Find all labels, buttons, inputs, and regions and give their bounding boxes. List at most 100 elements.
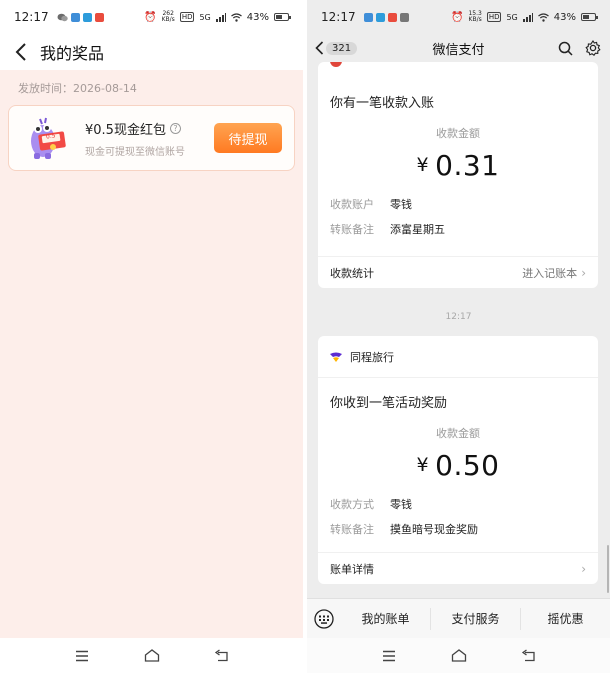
menu-lines-icon (75, 650, 88, 661)
message-heading: 你收到一笔活动奖励 (330, 396, 448, 411)
currency-symbol: ¥ (416, 454, 430, 476)
unread-count-badge: 321 (326, 41, 358, 55)
back-button[interactable]: 321 (315, 41, 358, 55)
message-timestamp: 12:17 (445, 312, 472, 322)
app-notification-icon (94, 12, 104, 22)
payment-message-card[interactable]: 你有一笔收款入账 收款金额 ¥0.31 收款账户 零钱 转账备注 添富星期五 收款统… (318, 62, 598, 288)
back-button[interactable] (10, 41, 32, 63)
tongcheng-logo-icon (330, 352, 342, 362)
mascot-amount-label: 0.5 (45, 132, 56, 141)
detail-row: 转账备注 添富星期五 (318, 221, 598, 237)
amount-number: 0.31 (435, 149, 500, 182)
home-button[interactable] (142, 646, 162, 666)
net-speed: 15.3 KB/s (468, 11, 481, 23)
alarm-icon: ⏰ (451, 11, 464, 23)
link-label: 账单详情 (330, 562, 374, 576)
menu-lines-icon (382, 650, 395, 661)
wifi-icon (537, 12, 549, 22)
app-notification-icon (375, 12, 385, 22)
sender-logo-icon (330, 62, 342, 67)
detail-value: 零钱 (390, 198, 412, 211)
status-bar: 12:17 ⏰ 15.3 KB/s HD 5G 43% (307, 0, 610, 34)
back-chevron-icon (15, 43, 26, 61)
signal-bars-icon (215, 12, 226, 22)
status-right: ⏰ 15.3 KB/s HD 5G 43% (451, 11, 598, 23)
scrollbar[interactable] (607, 545, 609, 593)
issue-date: 发放时间：2026-08-14 (18, 82, 137, 95)
detail-key: 转账备注 (330, 523, 374, 536)
prize-list-area: 发放时间：2026-08-14 0.5 ¥0.5现金红包 ? 现金可提现至微信账… (0, 70, 303, 638)
back-chevron-icon (315, 41, 324, 55)
net-speed: 262 KB/s (162, 11, 175, 23)
service-menu-bar: 我的账单 支付服务 摇优惠 (307, 598, 610, 638)
app-notification-icon (82, 12, 92, 22)
app-notification-icon (387, 12, 397, 22)
menu-shake-deals[interactable]: 摇优惠 (520, 607, 610, 630)
menu-payment-services[interactable]: 支付服务 (430, 607, 520, 630)
system-back-button[interactable] (519, 646, 539, 666)
wifi-icon (230, 12, 242, 22)
home-button[interactable] (449, 646, 469, 666)
settings-button[interactable] (584, 39, 602, 57)
status-bar: 12:17 ⏰ 262 KB/s HD 5G 43% (0, 0, 303, 34)
detail-value: 摸鱼暗号现金奖励 (390, 523, 478, 536)
menu-my-bills[interactable]: 我的账单 (341, 608, 430, 630)
info-icon[interactable]: ? (169, 122, 181, 134)
system-back-button[interactable] (212, 646, 232, 666)
battery-icon (274, 13, 291, 21)
detail-key: 转账备注 (330, 223, 374, 236)
detail-key: 收款账户 (330, 198, 374, 211)
bill-details-link[interactable]: 账单详情 › (318, 552, 598, 584)
battery-icon (581, 13, 598, 21)
right-screen: 12:17 ⏰ 15.3 KB/s HD 5G 43% 321 微信支付 你有一… (307, 0, 610, 673)
home-icon (144, 649, 159, 662)
amount-value: ¥0.50 (318, 449, 598, 482)
net-speed-unit: KB/s (468, 16, 482, 23)
detail-row: 收款账户 零钱 (318, 196, 598, 212)
withdraw-button[interactable]: 待提现 (214, 123, 282, 153)
chat-header: 321 微信支付 (307, 34, 610, 62)
prize-name: ¥0.5现金红包 (85, 122, 166, 138)
search-button[interactable] (556, 39, 574, 57)
search-icon (558, 41, 573, 56)
app-notification-icon (70, 12, 80, 22)
amount-value: ¥0.31 (318, 149, 598, 182)
status-right: ⏰ 262 KB/s HD 5G 43% (144, 11, 291, 23)
link-label: 收款统计 (330, 266, 374, 280)
net-speed-unit: KB/s (161, 16, 175, 23)
recent-apps-button[interactable] (379, 646, 399, 666)
hd-badge: HD (486, 12, 502, 22)
recent-apps-button[interactable] (72, 646, 92, 666)
battery-percent: 43% (246, 11, 269, 23)
ledger-link[interactable]: 进入记账本 › (522, 265, 586, 281)
keyboard-toggle-button[interactable] (307, 608, 341, 629)
receipt-stats-link[interactable]: 收款统计 进入记账本 › (318, 256, 598, 288)
back-arrow-icon (214, 649, 228, 662)
system-nav-bar (0, 638, 303, 673)
prize-name-row: ¥0.5现金红包 ? (85, 119, 214, 138)
amount-label: 收款金额 (436, 127, 480, 140)
sender-row[interactable]: 同程旅行 (318, 336, 598, 378)
system-nav-bar (307, 638, 610, 673)
notification-icons (363, 12, 409, 22)
left-screen: 12:17 ⏰ 262 KB/s HD 5G 43% 我的奖品 发放时间：2026… (0, 0, 303, 673)
amount-label: 收款金额 (436, 427, 480, 440)
signal-label: 5G (506, 12, 518, 22)
signal-bars-icon (522, 12, 533, 22)
status-time: 12:17 (14, 10, 49, 24)
prize-card[interactable]: 0.5 ¥0.5现金红包 ? 现金可提现至微信账号 待提现 (8, 105, 295, 171)
hd-badge: HD (179, 12, 195, 22)
home-icon (451, 649, 466, 662)
header-actions (556, 39, 602, 57)
detail-value: 零钱 (390, 498, 412, 511)
reward-message-card[interactable]: 同程旅行 你收到一笔活动奖励 收款金额 ¥0.50 收款方式 零钱 转账备注 摸鱼暗… (318, 336, 598, 584)
battery-percent: 43% (553, 11, 576, 23)
sender-name: 同程旅行 (350, 350, 394, 364)
mail-icon (399, 12, 409, 22)
page-header: 我的奖品 (0, 34, 303, 70)
currency-symbol: ¥ (416, 154, 430, 176)
notification-icons (57, 12, 104, 22)
card-sender-cut (318, 62, 598, 67)
back-arrow-icon (521, 649, 535, 662)
prize-info: ¥0.5现金红包 ? 现金可提现至微信账号 (85, 119, 214, 158)
